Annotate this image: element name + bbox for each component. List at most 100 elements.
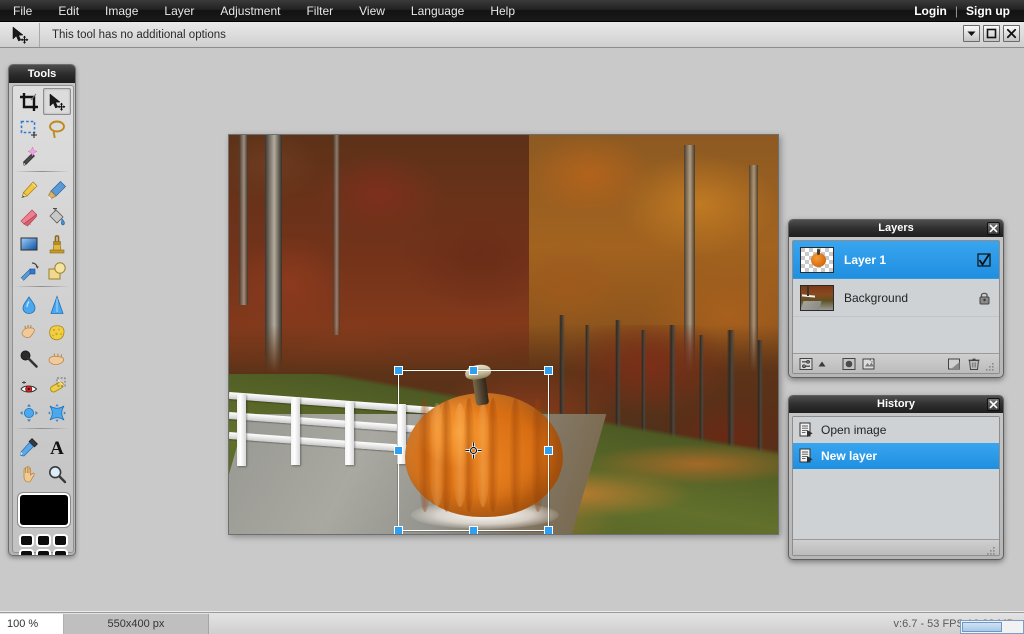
menu-layer[interactable]: Layer (152, 1, 206, 21)
handle-middle-left[interactable] (394, 445, 403, 455)
login-link[interactable]: Login (908, 1, 953, 21)
history-resize-grip[interactable] (986, 543, 996, 555)
hand-icon (23, 465, 35, 482)
foreground-color-swatch[interactable] (17, 492, 71, 528)
sharpen-cone-icon (50, 294, 64, 314)
dodge-tool[interactable] (15, 345, 43, 372)
handle-top-left[interactable] (394, 366, 403, 375)
layer-row-background[interactable]: Background (793, 279, 999, 317)
color-picker-tool[interactable] (15, 433, 43, 460)
auth-separator: | (954, 3, 958, 18)
close-x-icon (989, 224, 998, 233)
type-tool[interactable]: A (43, 433, 71, 460)
palette-swatch[interactable] (36, 549, 51, 555)
scrollbar-thumb[interactable] (962, 622, 1002, 632)
layers-resize-grip[interactable] (985, 359, 995, 371)
blur-tool[interactable] (15, 291, 43, 318)
transform-selection-box[interactable] (394, 366, 553, 534)
maximize-button[interactable] (983, 25, 1000, 42)
handle-bottom-right[interactable] (544, 526, 553, 534)
horizontal-scrollbar[interactable] (960, 620, 1024, 634)
palette-swatch[interactable] (53, 534, 68, 547)
replace-color-tool[interactable] (15, 257, 43, 284)
lasso-tool[interactable] (43, 115, 71, 142)
handle-bottom-left[interactable] (394, 526, 403, 534)
drawing-tool[interactable] (43, 257, 71, 284)
history-panel-footer (793, 539, 999, 555)
menu-language[interactable]: Language (399, 1, 476, 21)
history-item-new-layer[interactable]: New layer (793, 443, 999, 469)
history-item-label: Open image (821, 423, 887, 437)
hand-tool[interactable] (15, 460, 43, 487)
smudge-tool[interactable] (15, 318, 43, 345)
palette-swatch[interactable] (19, 534, 34, 547)
layers-panel-close-button[interactable] (987, 222, 1000, 235)
layer-row-layer-1[interactable]: Layer 1 (793, 241, 999, 279)
paintbrush-icon (48, 180, 66, 199)
palette-swatch[interactable] (36, 534, 51, 547)
handle-middle-right[interactable] (544, 445, 553, 455)
transform-pivot-icon[interactable] (465, 442, 482, 459)
crop-tool[interactable] (15, 88, 43, 115)
clone-stamp-tool[interactable] (43, 230, 71, 257)
eyedropper-icon (20, 437, 38, 456)
gradient-tool[interactable] (15, 230, 43, 257)
handle-top-center[interactable] (468, 366, 478, 375)
layer-mask-button[interactable] (840, 356, 857, 372)
delete-layer-button[interactable] (965, 356, 982, 372)
marquee-select-tool[interactable] (15, 115, 43, 142)
sharpen-tool[interactable] (43, 291, 71, 318)
new-layer-button[interactable] (945, 356, 962, 372)
history-panel-title[interactable]: History (789, 396, 1003, 413)
layer-thumbnail-layer-1 (800, 246, 834, 273)
history-list: Open image New layer (793, 417, 999, 539)
zoom-level-field[interactable]: 100 % (0, 613, 64, 634)
menu-edit[interactable]: Edit (46, 1, 91, 21)
menu-image[interactable]: Image (93, 1, 150, 21)
menu-file[interactable]: File (1, 1, 44, 21)
handle-bottom-center[interactable] (468, 526, 478, 534)
bloat-tool[interactable] (15, 399, 43, 426)
menu-adjustment[interactable]: Adjustment (208, 1, 292, 21)
menu-view[interactable]: View (347, 1, 397, 21)
layer-settings-button[interactable] (797, 356, 814, 372)
minimize-button[interactable] (963, 25, 980, 42)
layer-settings-icon (799, 357, 812, 370)
triangle-up-icon (818, 361, 826, 366)
layer-settings-arrow[interactable] (817, 356, 827, 372)
chevron-down-icon (967, 31, 976, 36)
zoom-tool[interactable] (43, 460, 71, 487)
pinch-tool[interactable] (43, 399, 71, 426)
layer-visibility-toggle[interactable] (976, 252, 992, 268)
eraser-tool[interactable] (15, 203, 43, 230)
tools-divider-2 (14, 286, 70, 287)
handle-top-right[interactable] (544, 366, 553, 375)
palette-swatch[interactable] (19, 549, 34, 555)
burn-tool[interactable] (43, 345, 71, 372)
brush-tool[interactable] (43, 176, 71, 203)
tools-panel: Tools A (8, 64, 76, 556)
resize-grip-icon (986, 362, 994, 371)
spot-heal-tool[interactable] (43, 372, 71, 399)
wand-select-tool[interactable] (15, 142, 43, 169)
menu-help[interactable]: Help (478, 1, 527, 21)
tools-divider-1 (14, 171, 70, 172)
close-x-icon (989, 400, 998, 409)
pencil-tool[interactable] (15, 176, 43, 203)
fence-post (345, 401, 354, 465)
history-item-open-image[interactable]: Open image (793, 417, 999, 443)
layer-styles-button[interactable] (860, 356, 877, 372)
move-tool[interactable] (43, 88, 71, 115)
image-canvas[interactable] (228, 134, 779, 535)
sponge-tool[interactable] (43, 318, 71, 345)
bloat-icon (20, 403, 38, 422)
editor-window: File Edit Image Layer Adjustment Filter … (0, 0, 1024, 634)
signup-link[interactable]: Sign up (960, 1, 1016, 21)
close-button[interactable] (1003, 25, 1020, 42)
red-eye-tool[interactable] (15, 372, 43, 399)
layers-panel-title[interactable]: Layers (789, 220, 1003, 237)
menu-filter[interactable]: Filter (294, 1, 345, 21)
paint-bucket-tool[interactable] (43, 203, 71, 230)
palette-swatch[interactable] (53, 549, 68, 555)
history-panel-close-button[interactable] (987, 398, 1000, 411)
